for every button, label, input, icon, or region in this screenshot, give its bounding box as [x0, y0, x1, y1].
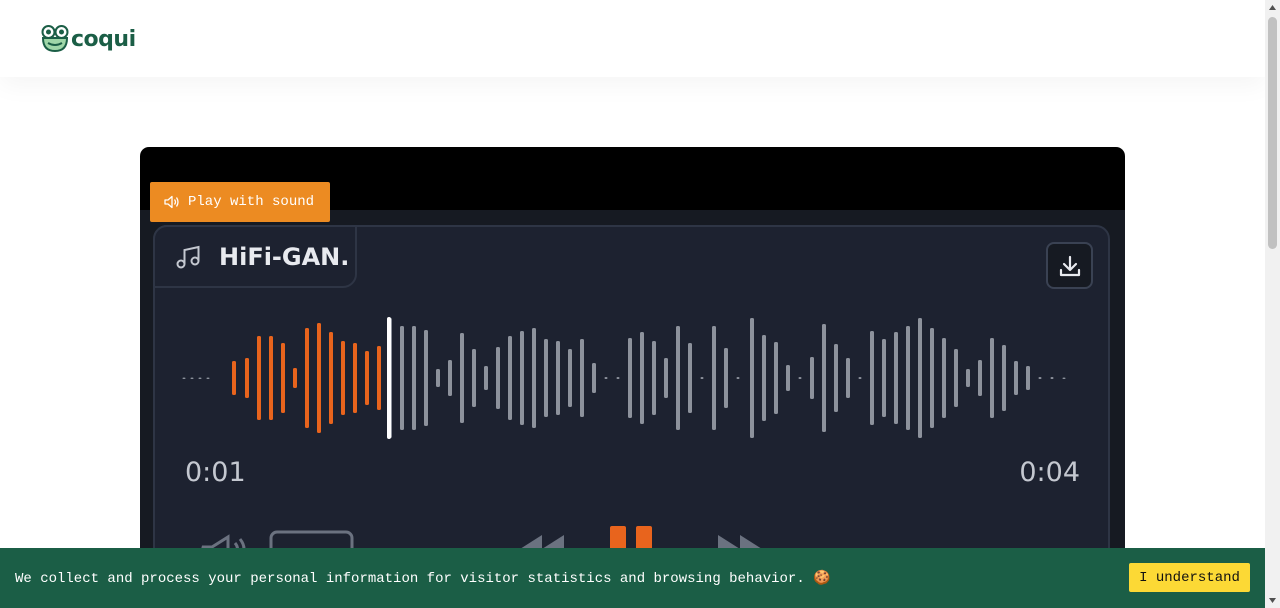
waveform-bar [269, 336, 273, 420]
waveform-bar [858, 377, 862, 379]
waveform-bar [520, 331, 524, 425]
waveform-bar [786, 365, 790, 391]
waveform-bar [762, 335, 766, 421]
waveform-bar [568, 349, 572, 407]
cookie-accept-button[interactable]: I understand [1129, 563, 1250, 592]
waveform-bar [293, 368, 297, 388]
waveform-bar [882, 339, 886, 417]
waveform-bar [496, 347, 500, 409]
waveform-bar [436, 369, 440, 387]
waveform-bar [906, 326, 910, 430]
waveform-bar [798, 377, 802, 379]
scrollbar[interactable] [1265, 0, 1280, 608]
waveform-bar [1014, 361, 1018, 395]
waveform-bar [182, 377, 186, 379]
waveform-bar [245, 358, 249, 398]
waveform-bar [232, 361, 236, 395]
waveform-bar [1062, 377, 1066, 379]
waveform-bar [688, 343, 692, 413]
waveform-bar [1038, 377, 1042, 379]
waveform-bar [870, 331, 874, 425]
waveform-bar [640, 332, 644, 424]
waveform-bar [400, 326, 404, 430]
waveform-bar [592, 363, 596, 393]
waveform-bar [305, 328, 309, 428]
waveform-bar [954, 349, 958, 407]
waveform-bar [942, 338, 946, 418]
scroll-down-arrow[interactable] [1265, 593, 1280, 608]
waveform-bar [532, 328, 536, 428]
waveform-bar [460, 333, 464, 423]
waveform-bar [918, 318, 922, 438]
scrollbar-thumb[interactable] [1268, 17, 1277, 249]
waveform-bar [750, 318, 754, 438]
logo[interactable]: coqui [41, 24, 136, 54]
waveform-bar [448, 360, 452, 396]
waveform-bar [424, 330, 428, 426]
waveform-bar [353, 343, 357, 413]
waveform-bar [846, 358, 850, 398]
waveform-bar [281, 343, 285, 413]
waveform-bar [198, 377, 202, 379]
site-header: coqui [0, 0, 1265, 77]
frog-icon [41, 25, 69, 53]
waveform-bar [365, 351, 369, 405]
waveform-bar [724, 348, 728, 408]
waveform-bar [664, 358, 668, 398]
cookie-text: We collect and process your personal inf… [15, 570, 831, 587]
waveform-bar [700, 377, 704, 379]
waveform-bar [257, 336, 261, 420]
waveform-bar [978, 360, 982, 396]
waveform-bar [1002, 345, 1006, 411]
waveform-bar [329, 332, 333, 424]
waveform-bar [1026, 366, 1030, 390]
waveform-bar [676, 326, 680, 430]
waveform-bar [894, 332, 898, 424]
waveform-bar [377, 346, 381, 410]
waveform-bar [712, 326, 716, 430]
waveform-bar [484, 366, 488, 390]
waveform-bar [930, 328, 934, 428]
waveform-bar [1050, 377, 1054, 379]
waveform-bar [616, 377, 620, 379]
waveform-bar [834, 344, 838, 412]
play-with-sound-button[interactable]: Play with sound [150, 182, 330, 222]
waveform-bar [317, 323, 321, 433]
waveform-bar [206, 377, 210, 379]
waveform-bar [341, 341, 345, 415]
waveform-bar [472, 349, 476, 407]
scroll-up-arrow[interactable] [1265, 0, 1280, 15]
playhead-cursor[interactable] [387, 317, 391, 439]
waveform-bar [966, 369, 970, 387]
waveform-bar [810, 357, 814, 399]
waveform-bar [412, 326, 416, 430]
waveform-bar [774, 342, 778, 414]
waveform-bar [990, 338, 994, 418]
waveform-bar [556, 341, 560, 415]
logo-text: coqui [71, 26, 136, 52]
waveform-bar [508, 336, 512, 420]
play-with-sound-label: Play with sound [188, 194, 315, 210]
waveform-bar [580, 339, 584, 417]
waveform-bar [736, 377, 740, 379]
waveform-bar [190, 377, 194, 379]
waveform-bar [652, 341, 656, 415]
waveform-bar [544, 339, 548, 417]
waveform-bar [604, 377, 608, 379]
waveform-bar [628, 338, 632, 418]
speaker-icon [164, 195, 179, 209]
waveform-bar [822, 324, 826, 432]
cookie-banner: We collect and process your personal inf… [0, 548, 1265, 608]
